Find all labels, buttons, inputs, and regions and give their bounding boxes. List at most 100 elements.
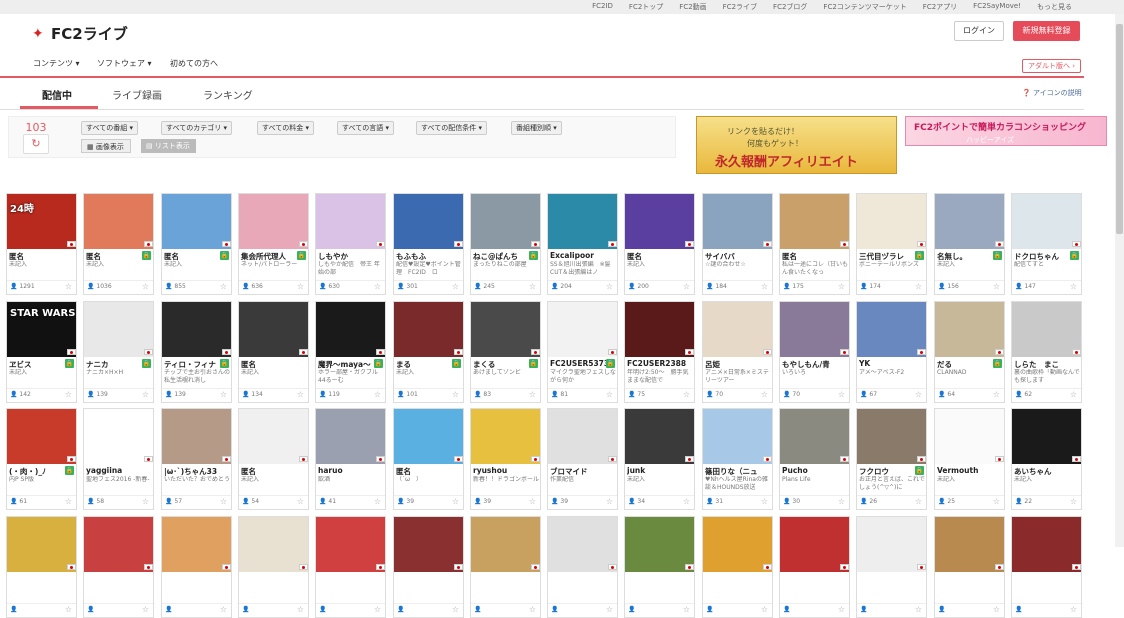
broadcast-thumbnail[interactable] <box>394 517 463 572</box>
adult-version-button[interactable]: アダルト版へ › <box>1022 59 1081 73</box>
broadcast-card[interactable]: 三代目ヅラレ 🔒 ボニーテールリボンズ 👤 174 ☆ <box>856 193 927 295</box>
broadcast-thumbnail[interactable] <box>857 409 926 464</box>
favorite-star-icon[interactable]: ☆ <box>761 390 768 399</box>
favorite-star-icon[interactable]: ☆ <box>452 605 459 614</box>
broadcast-thumbnail[interactable] <box>625 194 694 249</box>
favorite-star-icon[interactable]: ☆ <box>993 282 1000 291</box>
favorite-star-icon[interactable]: ☆ <box>606 282 613 291</box>
favorite-star-icon[interactable]: ☆ <box>297 605 304 614</box>
program-select[interactable]: すべての番組 ▾ <box>81 121 138 135</box>
broadcast-thumbnail[interactable] <box>1012 194 1081 249</box>
favorite-star-icon[interactable]: ☆ <box>297 282 304 291</box>
favorite-star-icon[interactable]: ☆ <box>529 282 536 291</box>
global-link[interactable]: FC2ライブ <box>715 2 765 12</box>
broadcast-card[interactable]: 匿名 🔒 未記入 👤 1036 ☆ <box>83 193 154 295</box>
favorite-star-icon[interactable]: ☆ <box>220 282 227 291</box>
broadcast-card[interactable]: もふもふ 配信♥設定♥ポイント管理 FC2ID ロ 👤 301 ☆ <box>393 193 464 295</box>
broadcast-thumbnail[interactable] <box>316 517 385 572</box>
broadcast-thumbnail[interactable] <box>162 302 231 357</box>
affiliate-banner[interactable]: リンクを貼るだけ！ 何度もゲット！ 永久報酬アフィリエイト <box>696 116 897 174</box>
broadcast-card[interactable]: yaggiina 聖地フェス2016 -新春- 👤 58 ☆ <box>83 408 154 510</box>
broadcast-thumbnail[interactable] <box>935 409 1004 464</box>
broadcast-card[interactable]: しもやか しもやか配信 帝王 年始の部 👤 630 ☆ <box>315 193 386 295</box>
broadcast-card[interactable]: FC2USER5373 🔒 マイクラ聖地フェスしながら何か 👤 81 ☆ <box>547 301 618 403</box>
global-link[interactable]: FC2コンテンツマーケット <box>815 2 914 12</box>
broadcast-thumbnail[interactable] <box>625 409 694 464</box>
favorite-star-icon[interactable]: ☆ <box>838 282 845 291</box>
favorite-star-icon[interactable]: ☆ <box>374 282 381 291</box>
broadcast-thumbnail[interactable] <box>84 517 153 572</box>
broadcast-thumbnail[interactable] <box>1012 302 1081 357</box>
broadcast-card[interactable]: YK アメ～アベス-F2 👤 67 ☆ <box>856 301 927 403</box>
login-button[interactable]: ログイン <box>954 21 1004 41</box>
broadcast-card[interactable]: Vermouth 未記入 👤 25 ☆ <box>934 408 1005 510</box>
favorite-star-icon[interactable]: ☆ <box>65 497 72 506</box>
broadcast-thumbnail[interactable] <box>239 302 308 357</box>
favorite-star-icon[interactable]: ☆ <box>915 390 922 399</box>
broadcast-card[interactable]: ブロマイド 作業配信 👤 39 ☆ <box>547 408 618 510</box>
broadcast-thumbnail[interactable] <box>84 302 153 357</box>
favorite-star-icon[interactable]: ☆ <box>1070 497 1077 506</box>
broadcast-card[interactable]: ryushou 新春！！ドラゴンボール 👤 39 ☆ <box>470 408 541 510</box>
broadcast-thumbnail[interactable] <box>162 409 231 464</box>
broadcast-card[interactable]: だる 🔒 CLANNAD 👤 64 ☆ <box>934 301 1005 403</box>
global-link-more[interactable]: もっと見る <box>1029 2 1080 12</box>
site-logo[interactable]: ✦ FC2ライブ <box>32 23 128 44</box>
favorite-star-icon[interactable]: ☆ <box>1070 390 1077 399</box>
broadcaster-name[interactable]: FC2USER2388 <box>627 359 693 368</box>
broadcast-card[interactable]: FC2USER2388 年明け2:50～ 勝手気ままな配信で 👤 75 ☆ <box>624 301 695 403</box>
nav-first-time[interactable]: 初めての方へ <box>170 58 218 69</box>
category-select[interactable]: すべてのカテゴリ ▾ <box>161 121 232 135</box>
broadcaster-name[interactable]: Pucho <box>782 466 848 475</box>
broadcast-card[interactable]: 匿名 未記入 👤 134 ☆ <box>238 301 309 403</box>
broadcast-card[interactable]: 名無し。 🔒 未記入 👤 156 ☆ <box>934 193 1005 295</box>
broadcast-card[interactable]: (・肉・)_ﾉ 🔒 内P SP版 👤 61 ☆ <box>6 408 77 510</box>
broadcast-thumbnail[interactable] <box>1012 409 1081 464</box>
broadcast-card[interactable]: 👤 ☆ <box>161 516 232 618</box>
nav-software[interactable]: ソフトウェア ▾ <box>97 58 152 69</box>
broadcast-thumbnail[interactable] <box>316 302 385 357</box>
broadcast-thumbnail[interactable] <box>548 517 617 572</box>
favorite-star-icon[interactable]: ☆ <box>452 282 459 291</box>
broadcast-thumbnail[interactable] <box>7 517 76 572</box>
favorite-star-icon[interactable]: ☆ <box>374 497 381 506</box>
broadcast-thumbnail[interactable] <box>625 517 694 572</box>
broadcast-thumbnail[interactable] <box>162 194 231 249</box>
broadcaster-name[interactable]: Excalipoor <box>550 251 616 260</box>
favorite-star-icon[interactable]: ☆ <box>606 390 613 399</box>
broadcaster-name[interactable]: junk <box>627 466 693 475</box>
favorite-star-icon[interactable]: ☆ <box>529 605 536 614</box>
broadcast-thumbnail[interactable] <box>780 409 849 464</box>
global-link[interactable]: FC2動画 <box>671 2 714 12</box>
broadcast-thumbnail[interactable] <box>857 194 926 249</box>
condition-select[interactable]: すべての配信条件 ▾ <box>416 121 487 135</box>
broadcast-thumbnail[interactable] <box>394 194 463 249</box>
broadcast-card[interactable]: もやしもん/青 いろいろ 👤 70 ☆ <box>779 301 850 403</box>
favorite-star-icon[interactable]: ☆ <box>606 605 613 614</box>
broadcaster-name[interactable]: ryushou <box>473 466 539 475</box>
global-link[interactable]: FC2SayMove! <box>965 2 1029 12</box>
broadcast-thumbnail[interactable] <box>471 194 540 249</box>
broadcast-thumbnail[interactable] <box>703 517 772 572</box>
favorite-star-icon[interactable]: ☆ <box>761 282 768 291</box>
price-select[interactable]: すべての料金 ▾ <box>257 121 314 135</box>
favorite-star-icon[interactable]: ☆ <box>915 497 922 506</box>
icon-help-link[interactable]: ❓ アイコンの説明 <box>1022 88 1082 98</box>
broadcast-card[interactable]: 篠田りな（ニュ ♥Nhヘルス屋Rinaの雑談＆HOUNDS放送 👤 31 ☆ <box>702 408 773 510</box>
scrollbar-thumb[interactable] <box>1116 24 1123 234</box>
broadcast-card[interactable]: サイババ ☆謎の合わせ☆ 👤 184 ☆ <box>702 193 773 295</box>
view-list-button[interactable]: ▤ リスト表示 <box>141 139 196 153</box>
refresh-button[interactable]: ↻ <box>23 134 49 154</box>
broadcast-thumbnail[interactable] <box>84 409 153 464</box>
broadcast-thumbnail[interactable]: 24時 <box>7 194 76 249</box>
broadcast-card[interactable]: Pucho Plans Life 👤 30 ☆ <box>779 408 850 510</box>
favorite-star-icon[interactable]: ☆ <box>65 390 72 399</box>
broadcast-card[interactable]: 👤 ☆ <box>83 516 154 618</box>
favorite-star-icon[interactable]: ☆ <box>220 497 227 506</box>
broadcast-card[interactable]: 魔界～maya～ 🔒 ホラー部屋・ガクブル44るーむ 👤 119 ☆ <box>315 301 386 403</box>
broadcast-card[interactable]: haruo 飲酒 👤 41 ☆ <box>315 408 386 510</box>
broadcast-card[interactable]: 👤 ☆ <box>470 516 541 618</box>
favorite-star-icon[interactable]: ☆ <box>297 497 304 506</box>
favorite-star-icon[interactable]: ☆ <box>993 390 1000 399</box>
broadcast-thumbnail[interactable]: STAR WARS <box>7 302 76 357</box>
